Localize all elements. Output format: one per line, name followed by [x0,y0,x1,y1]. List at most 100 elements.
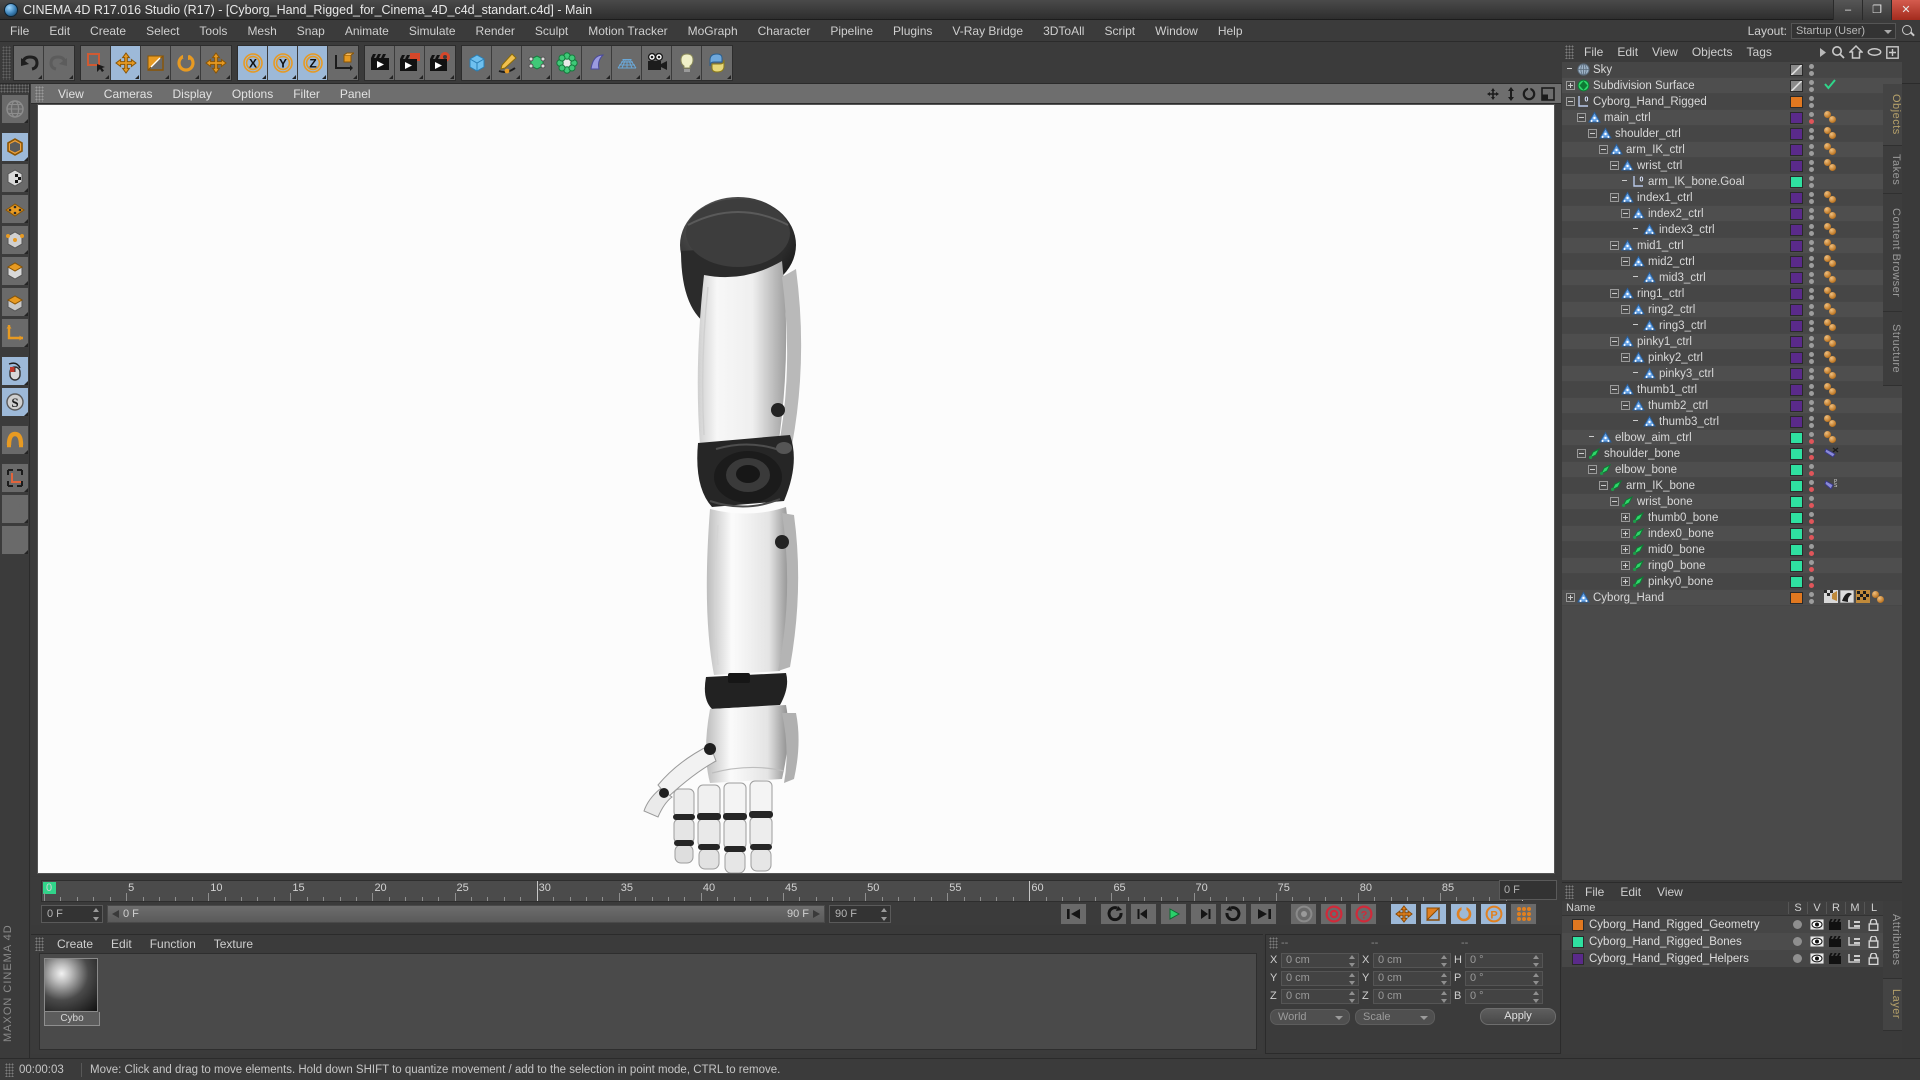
go-to-start-icon[interactable] [1060,903,1087,925]
visibility-dots[interactable] [1809,127,1817,140]
texture-tag-icon[interactable] [1856,589,1870,606]
layer-color-swatch[interactable] [1790,527,1803,540]
visibility-dot[interactable] [1809,70,1814,76]
object-name[interactable]: ring1_ctrl [1637,288,1684,300]
visibility-dots[interactable] [1809,143,1817,156]
visibility-dot[interactable] [1809,518,1814,524]
visibility-dots[interactable] [1809,415,1817,428]
expander-minus[interactable] [1621,401,1630,410]
layer-solo-toggle[interactable] [1788,954,1807,963]
layer-color-swatch[interactable] [1790,319,1803,332]
object-name[interactable]: thumb1_ctrl [1637,384,1697,396]
layer-visible-toggle[interactable] [1807,919,1826,930]
object-name[interactable]: thumb2_ctrl [1648,400,1708,412]
dock-tab-structure[interactable]: Structure [1883,312,1902,386]
axis-y-icon[interactable]: Y [268,45,298,80]
object-row[interactable]: elbow_bone [1562,462,1902,478]
object-row[interactable]: pinky2_ctrl [1562,350,1902,366]
eye[interactable] [1809,919,1824,930]
render-to-picture-viewer-icon[interactable] [395,45,425,80]
visibility-dot[interactable] [1809,486,1814,492]
expander-minus[interactable] [1610,289,1619,298]
visibility-dot[interactable] [1809,566,1814,572]
object-row[interactable]: wrist_ctrl [1562,158,1902,174]
viewport-menu-panel[interactable]: Panel [330,84,381,104]
visibility-dot[interactable] [1809,255,1814,261]
visibility-dot[interactable] [1809,598,1814,604]
layer-lock-toggle[interactable] [1864,918,1883,931]
visibility-dots[interactable] [1809,255,1817,268]
material-tag-icon[interactable] [1839,589,1855,606]
visibility-dot[interactable] [1809,431,1814,437]
visibility-dot[interactable] [1809,230,1814,236]
menu-snap[interactable]: Snap [287,20,335,42]
object-row[interactable]: thumb0_bone [1562,510,1902,526]
visibility-dot[interactable] [1809,511,1814,517]
layer-color-swatch[interactable] [1790,79,1803,92]
xpresso-tag-icon[interactable] [1824,271,1838,284]
visibility-dot[interactable] [1809,143,1814,149]
layer-color-swatch[interactable] [1790,239,1803,252]
expander-minus[interactable] [1588,465,1597,474]
go-to-end-icon[interactable] [1250,903,1277,925]
expander-minus[interactable] [1599,481,1608,490]
planar-workplane-icon[interactable]: P [1,525,29,555]
constraint-tag-icon[interactable] [1824,446,1839,462]
light-icon[interactable] [672,45,702,80]
visibility-dot[interactable] [1809,559,1814,565]
live-selection-icon[interactable] [81,45,111,80]
object-row[interactable]: 0 arm_IK_bone.Goal [1562,174,1902,190]
keyframe-selection-icon[interactable]: ? [1350,903,1377,925]
object-name[interactable]: thumb3_ctrl [1659,416,1719,428]
xpresso-tag-icon[interactable] [1824,239,1838,252]
layer-color-swatch[interactable] [1790,95,1803,108]
visibility-dot[interactable] [1809,470,1814,476]
layer-color-swatch[interactable] [1790,543,1803,556]
expander-minus[interactable] [1610,497,1619,506]
object-name[interactable]: thumb0_bone [1648,512,1718,524]
object-name[interactable]: mid0_bone [1648,544,1705,556]
object-name[interactable]: arm_IK_bone.Goal [1648,176,1745,188]
layer-color-swatch[interactable] [1790,63,1803,76]
spinner[interactable] [1533,972,1540,985]
layer-color-swatch[interactable] [1790,463,1803,476]
layer-color-swatch[interactable] [1790,335,1803,348]
object-name[interactable]: elbow_bone [1615,464,1677,476]
eye[interactable] [1809,936,1824,947]
record-scale-icon[interactable] [1420,903,1447,925]
visibility-dots[interactable] [1809,479,1817,492]
current-frame-field[interactable]: 0 F [41,905,103,923]
layer-lock-toggle[interactable] [1864,952,1883,965]
object-row[interactable]: pinky1_ctrl [1562,334,1902,350]
expander-minus[interactable] [1621,353,1630,362]
object-name[interactable]: ring3_ctrl [1659,320,1706,332]
visibility-dot[interactable] [1809,422,1814,428]
end-frame-spinner[interactable] [881,908,888,921]
dolly-viewport-icon[interactable] [1505,86,1517,101]
object-name[interactable]: mid3_ctrl [1659,272,1706,284]
rotation-b-field[interactable]: 0 ° [1465,988,1543,1004]
step-back-icon[interactable] [1130,903,1157,925]
axis-z-icon[interactable]: Z [298,45,328,80]
ik-tag-icon[interactable]: PS [1824,478,1839,494]
visibility-dots[interactable] [1809,63,1817,76]
expander-minus[interactable] [1610,161,1619,170]
lock-workplane-icon[interactable] [1,494,29,524]
toolbar-grip[interactable] [2,45,11,80]
object-name[interactable]: arm_IK_ctrl [1626,144,1685,156]
expander-minus[interactable] [1599,145,1608,154]
layer-color-swatch[interactable] [1790,223,1803,236]
expander-minus[interactable] [1610,241,1619,250]
layer-solo-toggle[interactable] [1788,937,1807,946]
expander-plus[interactable] [1566,593,1575,602]
viewport-solo-icon[interactable] [1,356,29,386]
visibility-dot[interactable] [1809,310,1814,316]
move-tool-icon[interactable] [111,45,141,80]
next-key-icon[interactable] [1220,903,1247,925]
object-row[interactable]: mid1_ctrl [1562,238,1902,254]
visibility-dots[interactable] [1809,351,1817,364]
visibility-dot[interactable] [1809,182,1814,188]
object-name[interactable]: pinky2_ctrl [1648,352,1703,364]
visibility-dots[interactable] [1809,559,1817,572]
expander-minus[interactable] [1577,449,1586,458]
